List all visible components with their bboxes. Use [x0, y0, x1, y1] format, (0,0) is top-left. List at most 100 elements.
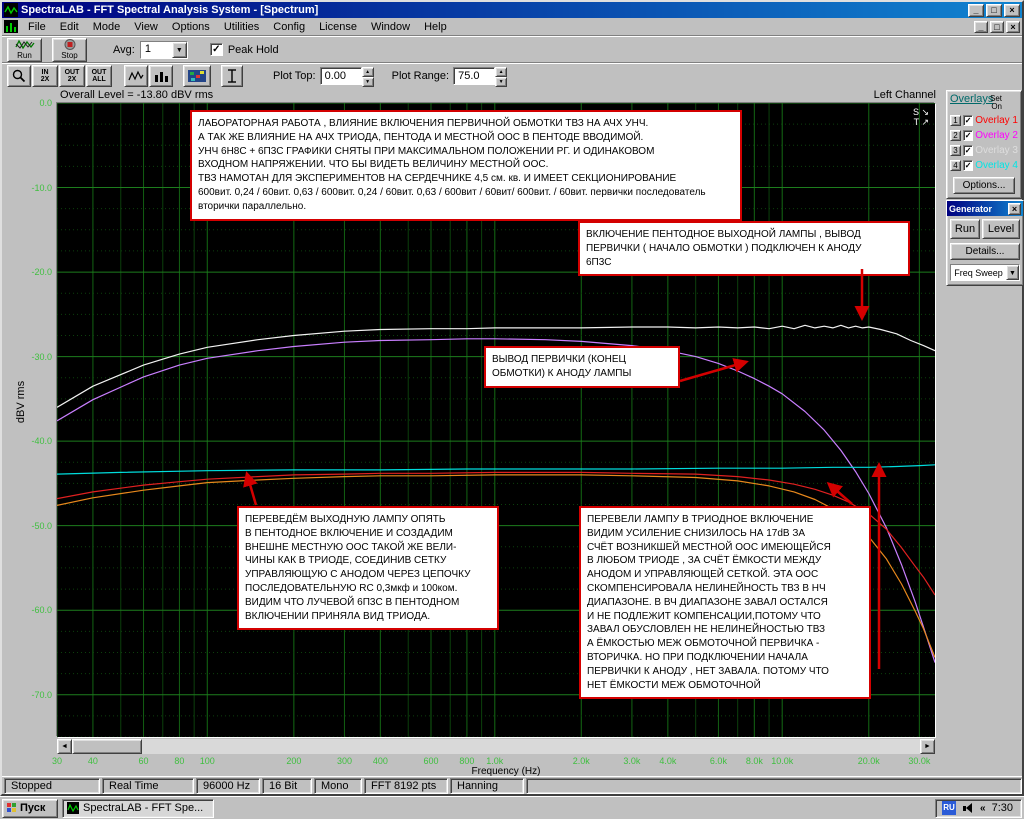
- menu-item-options[interactable]: Options: [165, 19, 217, 35]
- status-cell-2: Real Time: [102, 777, 194, 794]
- x-tick-label: 8.0k: [745, 756, 763, 766]
- x-tick-label: 10.0k: [771, 756, 794, 766]
- plot-top-down-button[interactable]: ▼: [361, 77, 374, 87]
- scrollbar-track[interactable]: [142, 739, 920, 754]
- overlay-set-button-3[interactable]: 3: [950, 144, 962, 156]
- scrollbar-thumb[interactable]: [72, 739, 142, 754]
- generator-run-button[interactable]: Run: [950, 219, 980, 239]
- scroll-right-button[interactable]: ►: [920, 739, 935, 754]
- menu-bar: File Edit Mode View Options Utilities Config Li…: [2, 18, 1022, 36]
- menu-items: File Edit Mode View Options Utilities Config Li…: [21, 19, 454, 35]
- menu-item-edit[interactable]: Edit: [53, 19, 86, 35]
- status-cell-6: FFT 8192 pts: [364, 777, 448, 794]
- y-tick-label: -60.0: [31, 605, 52, 616]
- scroll-left-button[interactable]: ◄: [57, 739, 72, 754]
- zoom-out-2x-button[interactable]: OUT 2X: [59, 65, 85, 87]
- x-tick-label: 200: [286, 756, 302, 766]
- x-tick-label: 60: [138, 756, 149, 766]
- generator-details-button[interactable]: Details...: [950, 243, 1020, 260]
- volume-icon[interactable]: [962, 802, 974, 814]
- plot-range-up-button[interactable]: ▲: [495, 67, 508, 77]
- minimize-button[interactable]: _: [968, 3, 984, 17]
- overlay-label-4: Overlay 4: [975, 159, 1018, 171]
- generator-panel: Generator × Run Level Details... Freq Sw…: [946, 200, 1024, 286]
- generator-body: Run Level Details... Freq Sweep ▼: [947, 216, 1023, 285]
- overlay-on-checkbox-4[interactable]: ✓: [963, 159, 974, 171]
- avg-dropdown-icon[interactable]: ▼: [171, 41, 187, 58]
- stop-button[interactable]: Stop: [52, 37, 87, 62]
- status-cell-4: 16 Bit: [262, 777, 312, 794]
- zoom-cursor-button[interactable]: [7, 65, 31, 87]
- x-tick-label: 4.0k: [659, 756, 677, 766]
- overlay-row-3: 3 ✓ Overlay 3: [950, 143, 1018, 157]
- overlay-set-button-4[interactable]: 4: [950, 159, 962, 171]
- taskbar-task-spectralab[interactable]: SpectraLAB - FFT Spe...: [62, 798, 214, 818]
- overlay-row-2: 2 ✓ Overlay 2: [950, 128, 1018, 142]
- run-button[interactable]: Run: [7, 37, 42, 62]
- menu-item-license[interactable]: License: [312, 19, 364, 35]
- generator-level-button[interactable]: Level: [982, 219, 1020, 239]
- marker-t: T ↗: [913, 117, 929, 127]
- overlay-set-button-2[interactable]: 2: [950, 129, 962, 141]
- x-tick-label: 1.0k: [486, 756, 504, 766]
- status-bar: Stopped Real Time 96000 Hz 16 Bit Mono FFT 81…: [2, 776, 1022, 794]
- plot-h-scrollbar[interactable]: ◄ ►: [57, 739, 935, 754]
- x-tick-label: 30.0k: [908, 756, 931, 766]
- overlay-on-checkbox-2[interactable]: ✓: [963, 129, 974, 141]
- overlays-options-button[interactable]: Options...: [953, 177, 1015, 194]
- menu-item-utilities[interactable]: Utilities: [217, 19, 266, 35]
- mdi-minimize-button[interactable]: _: [974, 20, 988, 33]
- mdi-restore-button[interactable]: □: [990, 20, 1004, 33]
- app-icon: [4, 3, 18, 17]
- plot-top-label: Plot Top:: [273, 70, 316, 82]
- plot-range-spinner: ▲ ▼: [495, 67, 508, 87]
- overlay-label-1: Overlay 1: [975, 114, 1018, 126]
- y-tick-label: -10.0: [31, 182, 52, 193]
- menu-item-help[interactable]: Help: [417, 19, 454, 35]
- taskbar-clock: 7:30: [991, 802, 1013, 814]
- tray-chevron-icon[interactable]: «: [980, 803, 986, 814]
- spectrogram-button[interactable]: [183, 65, 211, 87]
- menu-item-file[interactable]: File: [21, 19, 53, 35]
- bar-plot-button[interactable]: [149, 65, 173, 87]
- menu-item-mode[interactable]: Mode: [86, 19, 128, 35]
- marker-s: S ↘: [912, 107, 929, 117]
- mdi-window-controls: _ □ ×: [974, 20, 1022, 33]
- generator-mode-combobox[interactable]: Freq Sweep ▼: [950, 264, 1020, 281]
- plot-range-field[interactable]: 75.0: [453, 67, 496, 85]
- marker-button[interactable]: [221, 65, 243, 87]
- language-indicator[interactable]: RU: [942, 801, 957, 815]
- menu-item-config[interactable]: Config: [266, 19, 312, 35]
- overlay-set-button-1[interactable]: 1: [950, 114, 962, 126]
- start-button[interactable]: Пуск: [2, 798, 58, 818]
- menu-item-view[interactable]: View: [127, 19, 165, 35]
- menu-item-window[interactable]: Window: [364, 19, 417, 35]
- plot-top-field[interactable]: 0.00: [319, 67, 362, 85]
- spectrum-window-icon[interactable]: [4, 20, 18, 33]
- magnifier-icon: [12, 69, 26, 83]
- x-tick-label: 800: [459, 756, 475, 766]
- maximize-button[interactable]: □: [986, 3, 1002, 17]
- spectrogram-icon: [188, 70, 206, 82]
- x-tick-label: 600: [423, 756, 439, 766]
- generator-mode-dropdown-icon[interactable]: ▼: [1006, 265, 1019, 280]
- plot-range-down-button[interactable]: ▼: [495, 77, 508, 87]
- y-tick-label: -30.0: [31, 351, 52, 362]
- waveform-icon: [14, 39, 35, 50]
- zoom-in-2x-button[interactable]: IN 2X: [32, 65, 58, 87]
- bar-plot-icon: [155, 72, 168, 82]
- overlay-label-2: Overlay 2: [975, 129, 1018, 141]
- line-plot-button[interactable]: [124, 65, 148, 87]
- status-cell-5: Mono: [314, 777, 362, 794]
- plot-top-up-button[interactable]: ▲: [361, 67, 374, 77]
- avg-combobox[interactable]: 1 ▼: [139, 40, 188, 59]
- windows-logo-icon: [7, 803, 17, 813]
- zoom-out-all-button[interactable]: OUT ALL: [86, 65, 112, 87]
- close-button[interactable]: ×: [1004, 3, 1020, 17]
- mdi-close-button[interactable]: ×: [1006, 20, 1020, 33]
- peak-hold-checkbox[interactable]: ✓: [209, 43, 223, 56]
- generator-close-button[interactable]: ×: [1008, 202, 1021, 215]
- overlay-row-4: 4 ✓ Overlay 4: [950, 158, 1018, 172]
- overlay-on-checkbox-3[interactable]: ✓: [963, 144, 974, 156]
- overlay-on-checkbox-1[interactable]: ✓: [963, 114, 974, 126]
